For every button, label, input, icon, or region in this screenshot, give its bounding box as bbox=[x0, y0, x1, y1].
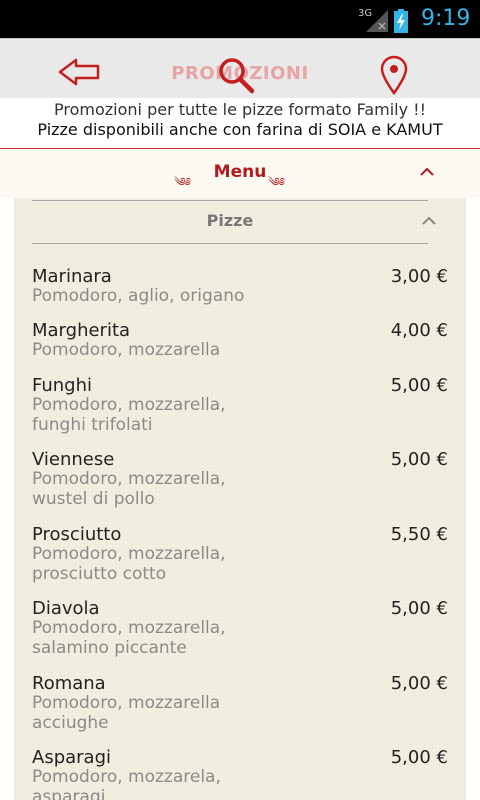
status-bar: 3G 9:19 bbox=[0, 0, 480, 38]
item-name: Romana bbox=[32, 673, 106, 694]
location-pin-icon[interactable] bbox=[378, 55, 410, 95]
item-description: Pomodoro, mozzarella, funghi trifolati bbox=[32, 395, 226, 435]
menu-header[interactable]: ༄༅ Menu ༄༅ bbox=[0, 150, 480, 198]
signal-icon bbox=[366, 10, 388, 32]
item-price: 4,00 € bbox=[390, 320, 448, 341]
item-price: 5,50 € bbox=[390, 524, 448, 545]
action-bar: PROMOZIONI bbox=[0, 38, 480, 106]
item-name: Marinara bbox=[32, 266, 112, 287]
item-name: Margherita bbox=[32, 320, 131, 341]
chevron-up-icon[interactable] bbox=[422, 215, 436, 225]
search-icon[interactable] bbox=[216, 55, 256, 95]
promo-line-2: Pizze disponibili anche con farina di SO… bbox=[37, 120, 443, 139]
menu-content: Pizze Marinara Pomodoro, aglio, origano … bbox=[14, 198, 466, 800]
menu-label: Menu bbox=[213, 162, 267, 182]
item-price: 5,00 € bbox=[390, 598, 448, 619]
item-name: Prosciutto bbox=[32, 524, 122, 545]
battery-charging-icon bbox=[394, 9, 408, 33]
item-description: Pomodoro, mozzarella, salamino piccante bbox=[32, 618, 226, 658]
item-description: Pomodoro, aglio, origano bbox=[32, 286, 245, 306]
item-price: 5,00 € bbox=[390, 375, 448, 396]
item-description: Pomodoro, mozzarella, wustel di pollo bbox=[32, 469, 226, 509]
item-price: 3,00 € bbox=[390, 266, 448, 287]
item-name: Diavola bbox=[32, 598, 100, 619]
item-price: 5,00 € bbox=[390, 673, 448, 694]
chevron-up-icon[interactable] bbox=[420, 166, 434, 176]
item-description: Pomodoro, mozzarela, asparagi bbox=[32, 767, 221, 800]
item-price: 5,00 € bbox=[390, 449, 448, 470]
promo-banner: Promozioni per tutte le pizze formato Fa… bbox=[0, 98, 480, 149]
section-label: Pizze bbox=[206, 211, 254, 230]
clock: 9:19 bbox=[421, 6, 471, 31]
item-description: Pomodoro, mozzarella bbox=[32, 340, 221, 360]
item-name: Asparagi bbox=[32, 747, 112, 768]
item-description: Pomodoro, mozzarella, prosciutto cotto bbox=[32, 544, 226, 584]
section-header-pizze[interactable]: Pizze bbox=[32, 200, 436, 244]
item-price: 5,00 € bbox=[390, 747, 448, 768]
item-description: Pomodoro, mozzarella acciughe bbox=[32, 693, 221, 733]
promo-line-1: Promozioni per tutte le pizze formato Fa… bbox=[54, 100, 426, 119]
item-name: Viennese bbox=[32, 449, 115, 470]
app-screen: PROMOZIONI Promozioni per tutte le pizze… bbox=[0, 38, 480, 800]
item-name: Funghi bbox=[32, 375, 93, 396]
